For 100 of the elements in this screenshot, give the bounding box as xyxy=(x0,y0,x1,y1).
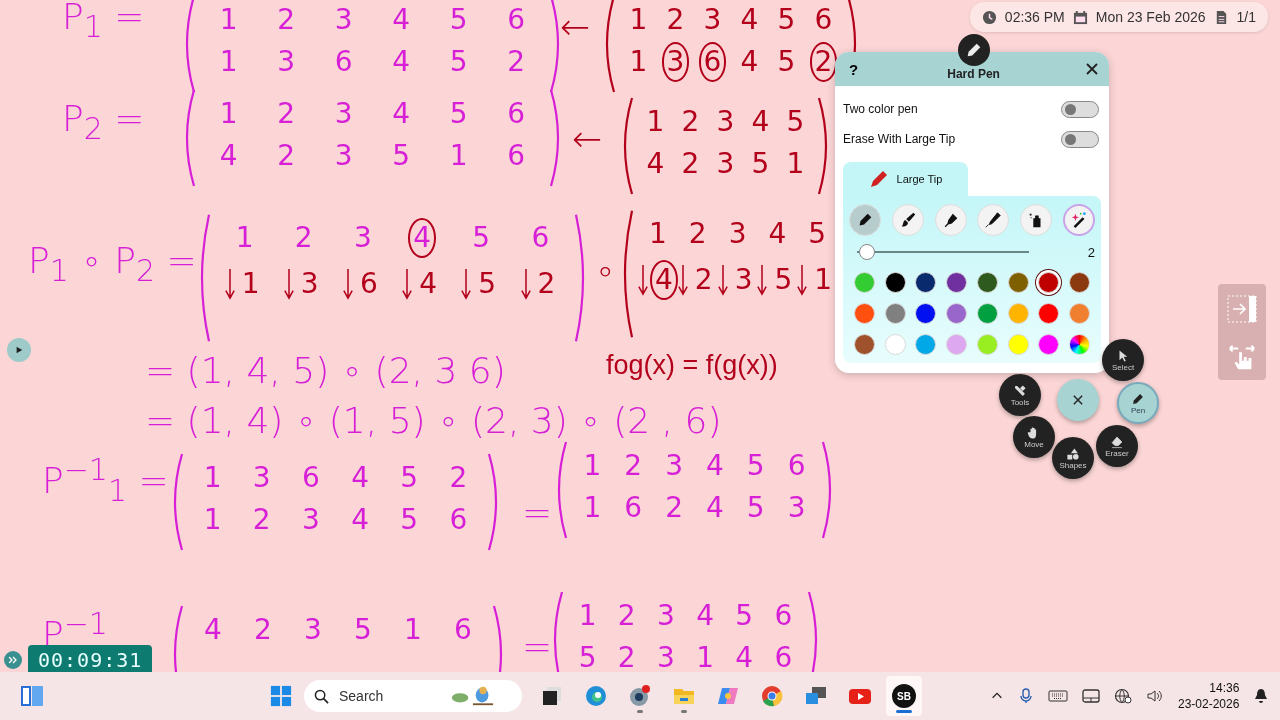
handwritten-text: fog(x) = f(g(x)) xyxy=(606,350,778,381)
color-swatch[interactable] xyxy=(853,334,875,355)
matrix-entry: 3 xyxy=(702,2,723,38)
arrow-icon xyxy=(224,266,235,302)
color-swatch[interactable] xyxy=(853,272,875,293)
matrix-entry: 6 xyxy=(813,2,834,38)
pen-tool-button[interactable]: Pen xyxy=(1117,382,1159,424)
toggle-switch[interactable] xyxy=(1061,100,1099,118)
color-swatch[interactable] xyxy=(884,303,906,324)
matrix-entry: 2 xyxy=(276,96,297,132)
matrix-entry: 1 xyxy=(628,44,649,80)
matrix-entry: 4 xyxy=(705,490,725,526)
matrix-entry: 2 xyxy=(251,502,272,538)
color-swatch[interactable] xyxy=(884,272,906,293)
color-swatch[interactable] xyxy=(915,272,937,293)
color-swatch[interactable] xyxy=(884,334,906,355)
matrix-entry: 1 xyxy=(648,216,668,252)
color-swatch[interactable] xyxy=(915,303,937,324)
matrix-entry: 4 xyxy=(218,138,239,174)
color-swatch[interactable] xyxy=(1007,303,1029,324)
fineliner-tip-button[interactable] xyxy=(977,204,1010,236)
large-tip-tab[interactable]: Large Tip xyxy=(843,162,968,196)
color-swatch[interactable] xyxy=(976,303,998,324)
notification-bell-icon[interactable] xyxy=(1253,688,1270,704)
matrix-entry: 4 xyxy=(408,218,436,258)
color-swatch[interactable] xyxy=(1069,272,1091,293)
handwritten-text: ∘ xyxy=(594,250,617,291)
matrix-entry: 3 xyxy=(333,2,354,38)
shapes-tool-button[interactable]: Shapes xyxy=(1052,437,1094,479)
color-swatch[interactable] xyxy=(1007,334,1029,355)
matrix-entry: 1 xyxy=(813,262,834,298)
whiteboard-canvas[interactable] xyxy=(0,0,1280,672)
matrix-entry: 3 xyxy=(333,96,354,132)
matrix-entry: 4 xyxy=(734,640,755,672)
select-tool-button[interactable]: Select xyxy=(1102,339,1144,381)
eraser-tool-button[interactable]: Eraser xyxy=(1096,425,1138,467)
chisel-tip-button[interactable] xyxy=(934,204,967,236)
color-swatch[interactable] xyxy=(946,272,968,293)
pen-badge-icon xyxy=(958,34,990,66)
matrix-entry: 5 xyxy=(471,220,492,256)
matrix-entry: 1 xyxy=(403,612,423,648)
color-swatch[interactable] xyxy=(853,303,875,324)
matrix-entry: 5 xyxy=(391,138,412,174)
toggle-switch[interactable] xyxy=(1061,130,1099,148)
matrix-entry: 2 xyxy=(293,220,314,256)
color-swatch[interactable] xyxy=(1038,334,1060,355)
microphone-icon[interactable] xyxy=(1018,688,1034,704)
color-swatch[interactable] xyxy=(946,334,968,355)
marker-tip-button[interactable] xyxy=(849,204,881,236)
matrix-entry: 1 xyxy=(448,138,469,174)
arrow-icon xyxy=(717,262,728,298)
matrix-entry: 5 xyxy=(577,640,598,672)
shapes-icon xyxy=(1066,446,1080,461)
matrix-entry: 2 xyxy=(448,460,469,496)
matrix-entry: 2 xyxy=(693,262,714,298)
matrix-entry: 5 xyxy=(745,490,766,526)
color-wheel-button[interactable] xyxy=(1069,334,1091,355)
matrix-entry: 2 xyxy=(664,490,684,526)
close-icon[interactable] xyxy=(1085,62,1099,76)
matrix-entry: 2 xyxy=(616,598,637,634)
tools-tool-button[interactable]: Tools xyxy=(999,374,1041,416)
matrix-entry: 4 xyxy=(391,44,412,80)
help-button[interactable]: ? xyxy=(845,60,863,78)
matrix-entry: 5 xyxy=(745,448,766,484)
matrix-entry: 3 xyxy=(715,104,736,140)
calendar-icon xyxy=(1072,9,1088,25)
color-swatch[interactable] xyxy=(915,334,937,355)
color-swatch[interactable] xyxy=(946,303,968,324)
search-field[interactable]: Search xyxy=(337,687,441,705)
color-swatch[interactable] xyxy=(976,334,998,355)
matrix-entry: 5 xyxy=(734,598,755,634)
arrow-icon xyxy=(757,262,768,298)
color-swatch[interactable] xyxy=(1069,303,1091,324)
brush-tip-button[interactable] xyxy=(891,204,924,236)
color-swatch[interactable] xyxy=(1038,303,1060,324)
play-button[interactable] xyxy=(7,338,31,362)
toggle-label: Erase With Large Tip xyxy=(843,132,956,146)
color-swatch[interactable] xyxy=(1007,272,1029,293)
move-tool-button[interactable]: Move xyxy=(1013,416,1055,458)
sb-app-icon[interactable]: SB xyxy=(886,676,922,716)
color-swatch[interactable] xyxy=(976,272,998,293)
start-icon[interactable] xyxy=(270,685,292,707)
slider-thumb[interactable] xyxy=(858,244,875,260)
matrix-entry: 2 xyxy=(665,2,686,38)
globe-icon[interactable] xyxy=(1114,688,1132,704)
spray-tip-button[interactable] xyxy=(1020,204,1053,236)
magic-tip-button[interactable] xyxy=(1063,204,1095,236)
search-bar[interactable]: Search xyxy=(304,680,522,712)
taskbar-date[interactable]: 23-02-2026 xyxy=(1178,696,1240,712)
volume-icon[interactable] xyxy=(1146,688,1164,704)
touchpad-icon[interactable] xyxy=(1082,688,1100,704)
keyboard-icon[interactable] xyxy=(1048,688,1068,704)
magic-icon xyxy=(1070,211,1088,229)
pen-icon xyxy=(1131,391,1145,406)
color-swatch[interactable] xyxy=(1038,272,1060,293)
taskbar-time[interactable]: 14:36 xyxy=(1209,680,1240,696)
expand-icon[interactable] xyxy=(4,651,22,669)
close-menu-button[interactable] xyxy=(1057,379,1099,421)
widgets-icon[interactable] xyxy=(20,684,44,708)
matrix-entry: 5 xyxy=(776,2,797,38)
